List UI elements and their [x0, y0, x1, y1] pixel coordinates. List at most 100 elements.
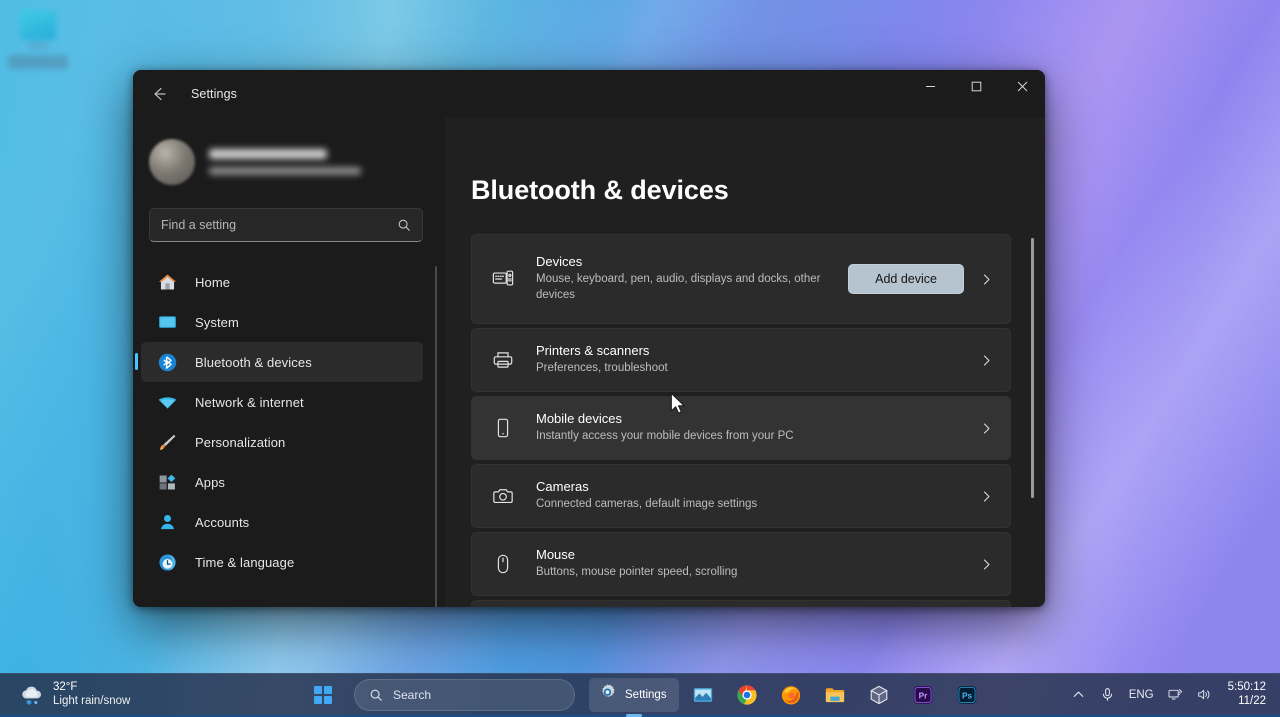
phone-icon [490, 417, 516, 439]
chevron-right-icon[interactable] [978, 273, 994, 286]
chevron-right-icon[interactable] [978, 354, 994, 367]
search-box[interactable] [149, 208, 423, 242]
desktop-icon-label [8, 55, 68, 69]
settings-window[interactable]: Settings [133, 70, 1045, 607]
sidebar-item-personalization[interactable]: Personalization [141, 422, 423, 462]
search-icon[interactable] [397, 218, 411, 232]
sidebar-item-network-internet[interactable]: Network & internet [141, 382, 423, 422]
start-button[interactable] [304, 678, 342, 712]
sidebar-search-wrap [133, 208, 445, 242]
card-subtitle: Connected cameras, default image setting… [536, 497, 956, 513]
speaker-icon[interactable] [1191, 680, 1218, 710]
settings-card-mobile-devices[interactable]: Mobile devices Instantly access your mob… [471, 396, 1011, 460]
camera-icon [490, 485, 516, 507]
settings-card-partial[interactable] [471, 600, 1011, 607]
taskbar-search-placeholder: Search [393, 688, 431, 702]
clock-date: 11/22 [1228, 695, 1266, 709]
weather-temperature: 32°F [53, 681, 130, 695]
google-chrome-icon[interactable] [730, 678, 764, 712]
card-text: Mouse Buttons, mouse pointer speed, scro… [536, 539, 978, 589]
sidebar-item-label: Home [195, 275, 230, 290]
chevron-up-icon[interactable] [1065, 680, 1092, 710]
photos-app-icon[interactable] [686, 678, 720, 712]
sidebar-nav: Home System [133, 262, 445, 607]
chevron-right-icon[interactable] [978, 490, 994, 503]
system-tray: ENG 5:50:12 11/22 [1065, 680, 1272, 710]
svg-text:Ps: Ps [962, 691, 973, 700]
taskbar-item-label: Settings [625, 689, 667, 701]
sidebar-item-time-language[interactable]: Time & language [141, 542, 423, 582]
sidebar-scrollbar[interactable] [435, 266, 437, 607]
card-title: Mobile devices [536, 411, 978, 426]
card-subtitle: Preferences, troubleshoot [536, 361, 856, 377]
sidebar-item-label: Apps [195, 475, 225, 490]
desktop-wallpaper: Settings [0, 0, 1280, 715]
chevron-right-icon[interactable] [978, 422, 994, 435]
account-summary[interactable] [133, 118, 445, 208]
settings-card-devices[interactable]: Devices Mouse, keyboard, pen, audio, dis… [471, 234, 1011, 324]
minimize-button[interactable] [907, 70, 953, 102]
wifi-icon [155, 390, 179, 414]
paintbrush-icon [155, 430, 179, 454]
taskbar-clock[interactable]: 5:50:12 11/22 [1220, 681, 1272, 709]
clock-globe-icon [155, 550, 179, 574]
maximize-button[interactable] [953, 70, 999, 102]
back-arrow-icon[interactable] [143, 78, 175, 110]
sidebar-item-system[interactable]: System [141, 302, 423, 342]
card-title: Mouse [536, 547, 978, 562]
network-display-icon[interactable] [1162, 680, 1189, 710]
language-indicator[interactable]: ENG [1123, 680, 1160, 710]
window-titlebar: Settings [133, 70, 1045, 118]
sidebar-item-apps[interactable]: Apps [141, 462, 423, 502]
chevron-right-icon[interactable] [978, 558, 994, 571]
desktop-icon-glyph [20, 10, 56, 40]
settings-card-cameras[interactable]: Cameras Connected cameras, default image… [471, 464, 1011, 528]
this-pc-desktop-icon[interactable] [8, 6, 68, 72]
taskbar: 32°F Light rain/snow Search [0, 673, 1280, 715]
window-body: Home System [133, 118, 1045, 607]
content-scrollbar[interactable] [1031, 238, 1034, 498]
windows-logo-icon [314, 686, 332, 704]
virtualbox-icon[interactable] [862, 678, 896, 712]
account-email [209, 167, 361, 175]
card-title: Printers & scanners [536, 343, 978, 358]
settings-content: Bluetooth & devices [445, 118, 1045, 607]
taskbar-center: Search Settings [304, 678, 987, 712]
sidebar-item-accounts[interactable]: Accounts [141, 502, 423, 542]
taskbar-search-input[interactable]: Search [354, 679, 575, 711]
account-person-icon [155, 510, 179, 534]
sidebar-item-bluetooth-devices[interactable]: Bluetooth & devices [141, 342, 423, 382]
bluetooth-icon [155, 350, 179, 374]
mozilla-firefox-icon[interactable] [774, 678, 808, 712]
taskbar-item-settings[interactable]: Settings [589, 678, 679, 712]
photoshop-icon[interactable]: Ps [950, 678, 984, 712]
card-text: Cameras Connected cameras, default image… [536, 471, 978, 521]
clock-time: 5:50:12 [1228, 681, 1266, 695]
add-device-button[interactable]: Add device [848, 264, 964, 294]
settings-card-printers-scanners[interactable]: Printers & scanners Preferences, trouble… [471, 328, 1011, 392]
window-controls [907, 70, 1045, 118]
file-explorer-icon[interactable] [818, 678, 852, 712]
card-title: Cameras [536, 479, 978, 494]
settings-sidebar: Home System [133, 118, 445, 607]
page-title: Bluetooth & devices [445, 118, 1045, 206]
avatar[interactable] [149, 139, 195, 185]
settings-card-mouse[interactable]: Mouse Buttons, mouse pointer speed, scro… [471, 532, 1011, 596]
sidebar-item-label: Bluetooth & devices [195, 355, 312, 370]
sidebar-item-home[interactable]: Home [141, 262, 423, 302]
weather-widget[interactable]: 32°F Light rain/snow [10, 678, 138, 712]
window-title: Settings [191, 87, 237, 101]
close-button[interactable] [999, 70, 1045, 102]
account-text [209, 149, 361, 175]
search-input[interactable] [161, 218, 397, 232]
card-text: Devices Mouse, keyboard, pen, audio, dis… [536, 246, 848, 311]
gear-icon [598, 683, 617, 707]
premiere-pro-icon[interactable]: Pr [906, 678, 940, 712]
card-subtitle: Instantly access your mobile devices fro… [536, 429, 956, 445]
card-subtitle: Buttons, mouse pointer speed, scrolling [536, 565, 956, 581]
sidebar-item-label: Network & internet [195, 395, 304, 410]
microphone-icon[interactable] [1094, 680, 1121, 710]
printer-icon [490, 349, 516, 371]
home-icon [155, 270, 179, 294]
snow-cloud-icon [18, 681, 46, 709]
